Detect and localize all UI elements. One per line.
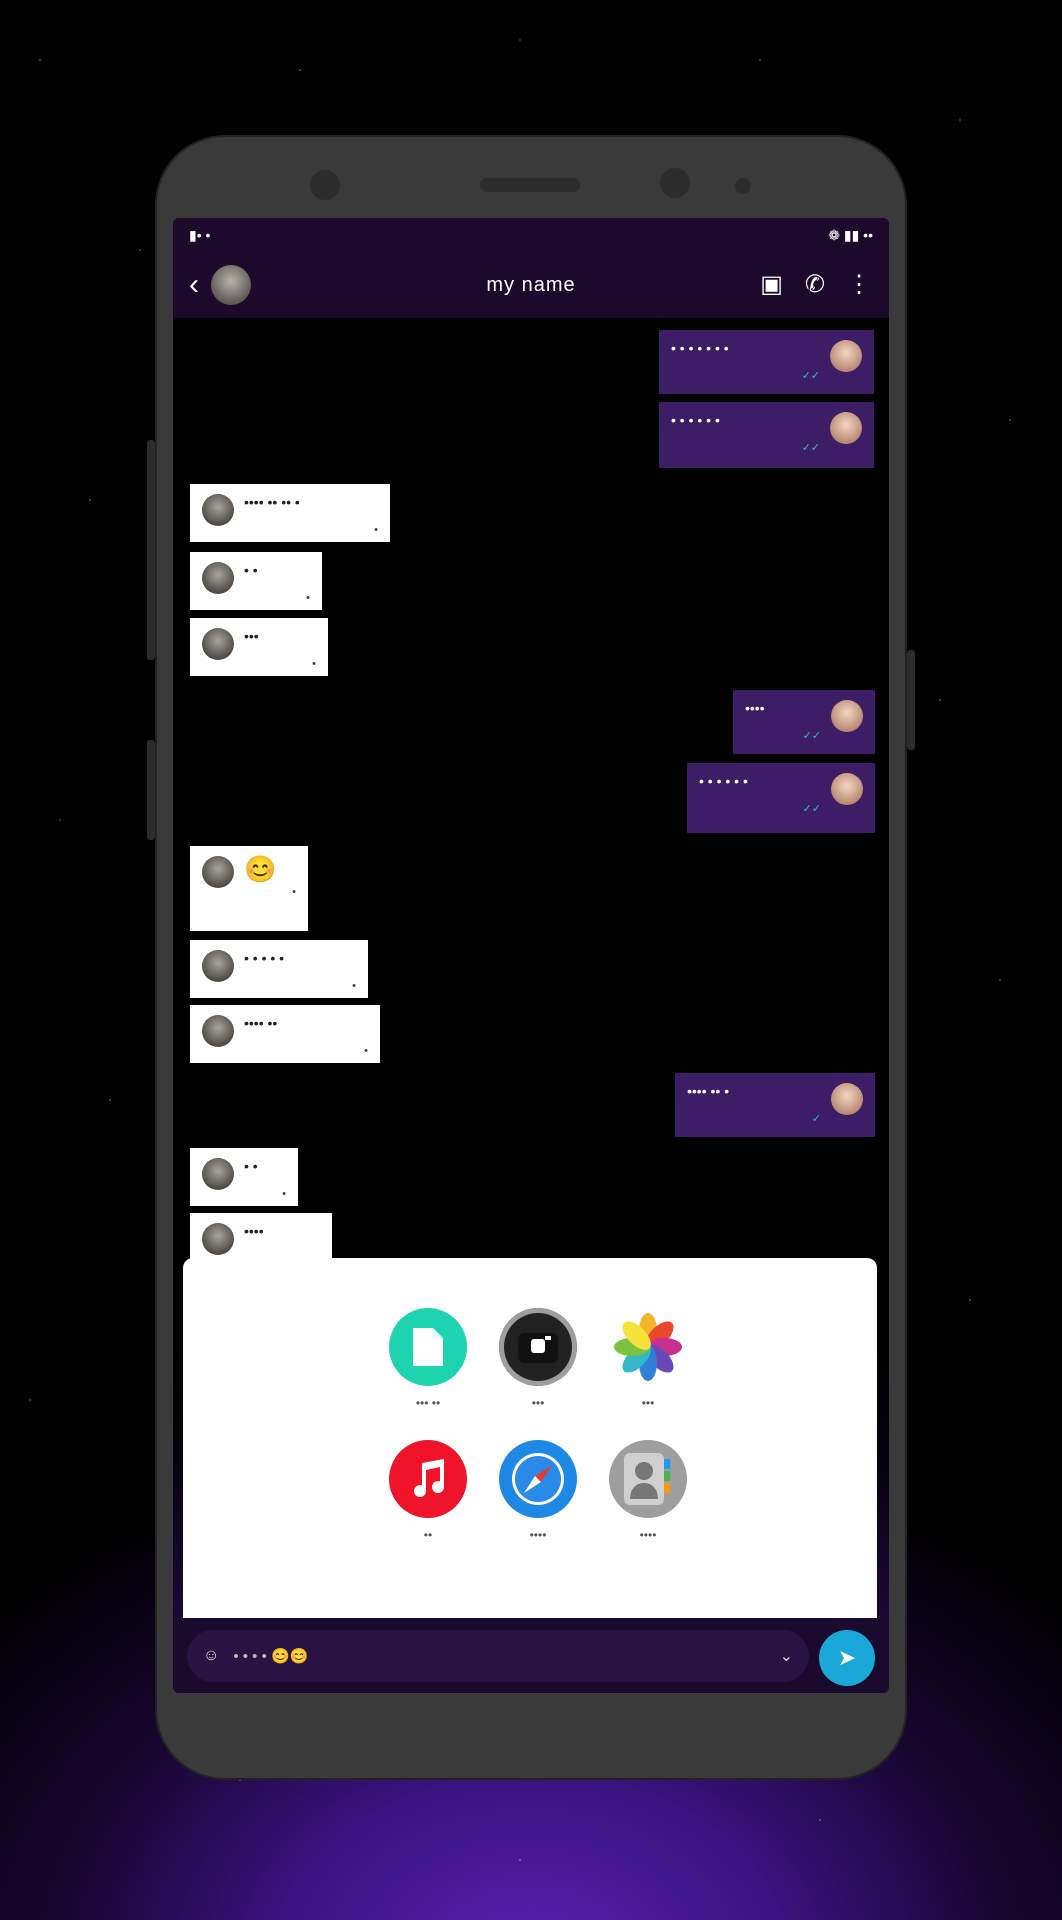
sender-avatar [202,856,234,888]
message-status: ✓✓ [801,370,820,382]
more-menu-icon[interactable]: ⋮ [847,273,871,297]
phone-screen: ▮• • ❁ ▮▮ •• ‹ my name ▣ ✆ ⋮ • • • • • •… [173,218,889,1693]
bixby-button [147,740,155,840]
sender-avatar [830,340,862,372]
sender-avatar [202,494,234,526]
message-placeholder: • • • • 😊😊 [233,1648,309,1665]
outgoing-message[interactable]: • • • • • • ✓✓ [687,763,875,833]
incoming-message[interactable]: • • • [190,552,322,610]
send-button[interactable]: ➤ [819,1630,875,1686]
message-text: • • [244,562,258,578]
video-call-icon[interactable]: ▣ [760,273,783,297]
chat-header: ‹ my name ▣ ✆ ⋮ [173,252,889,318]
message-status: • [306,592,310,604]
app-label: •••• [639,1528,657,1542]
app-label: ••• [531,1396,545,1410]
sender-avatar [202,562,234,594]
status-left: ▮• • [189,226,211,243]
outgoing-message[interactable]: •••• •• • ✓ [675,1073,875,1137]
sender-avatar [831,773,863,805]
message-status: • [352,980,356,992]
composer-bar: ☺ • • • • 😊😊 ⌄ ➤ [173,1618,889,1693]
message-status: ✓✓ [802,730,821,742]
message-status: • [374,524,378,536]
message-status: ✓✓ [801,442,820,454]
message-text: ••• [244,628,259,644]
expand-icon[interactable]: ⌄ [780,1646,793,1666]
voice-call-icon[interactable]: ✆ [805,273,825,297]
message-text: 😊 [244,854,277,884]
camera-icon [499,1308,577,1386]
camera-app[interactable]: ••• [483,1308,593,1410]
message-text: • • • • • • • [671,340,729,356]
file-app[interactable]: ••• •• [373,1308,483,1410]
front-camera-icon [310,170,340,200]
incoming-message[interactable]: •••• •• •• • • [190,484,390,542]
message-status: • [312,658,316,670]
sender-avatar [202,628,234,660]
message-input[interactable]: ☺ • • • • 😊😊 ⌄ [187,1630,809,1682]
incoming-message[interactable]: • • • [190,1148,298,1206]
incoming-message[interactable]: •••• •• • [190,1005,380,1063]
message-text: • • • • • [244,950,285,966]
message-text: • • [244,1158,258,1174]
sender-avatar [202,950,234,982]
message-text: • • • • • • [671,412,720,428]
message-status: ✓ [811,1113,821,1125]
incoming-message[interactable]: •••• [190,618,328,676]
status-bar: ▮• • ❁ ▮▮ •• [173,218,889,252]
document-icon [389,1308,467,1386]
attachment-share-sheet: ••• •• ••• ••• •• •••• •••• [183,1258,877,1618]
sender-avatar [831,700,863,732]
message-status: • [364,1045,368,1057]
earpiece-speaker [480,178,580,192]
app-label: ••• •• [415,1396,441,1410]
compass-icon [499,1440,577,1518]
outgoing-message[interactable]: •••• ✓✓ [733,690,875,754]
send-icon: ➤ [837,1645,857,1670]
message-text: •••• •• •• • [244,494,300,510]
safari-app[interactable]: •••• [483,1440,593,1542]
music-app[interactable]: •• [373,1440,483,1542]
emoji-toggle-icon[interactable]: ☺ [203,1647,219,1665]
message-text: •••• •• • [687,1083,730,1099]
incoming-message[interactable]: •••• [190,1213,332,1261]
app-label: ••• [641,1396,655,1410]
outgoing-message[interactable]: • • • • • • • ✓✓ [659,330,874,394]
incoming-message[interactable]: 😊 • [190,846,308,931]
message-text: • • • • • • [699,773,748,789]
contact-icon [609,1440,687,1518]
pinwheel-icon [609,1308,687,1386]
message-status: • [282,1188,286,1200]
sender-avatar [202,1158,234,1190]
sender-avatar [202,1015,234,1047]
message-status: ✓✓ [802,803,821,815]
message-status: • [292,886,296,898]
contacts-app[interactable]: •••• [593,1440,703,1542]
outgoing-message[interactable]: • • • • • • ✓✓ [659,402,874,468]
message-text: •••• [244,1223,264,1239]
photos-app[interactable]: ••• [593,1308,703,1410]
power-button [907,650,915,750]
message-text: •••• [745,700,765,716]
share-app-grid: ••• •• ••• ••• •• •••• •••• [373,1308,703,1542]
incoming-message[interactable]: • • • • • • [190,940,368,998]
sender-avatar [202,1223,234,1255]
sender-avatar [831,1083,863,1115]
message-text: •••• •• [244,1015,278,1031]
sensor-icon [735,178,751,194]
status-right: ❁ ▮▮ •• [828,226,873,243]
sender-avatar [830,412,862,444]
music-note-icon [389,1440,467,1518]
app-label: •••• [529,1528,547,1542]
app-label: •• [423,1528,433,1542]
volume-button [147,440,155,660]
iris-scanner-icon [660,168,690,198]
